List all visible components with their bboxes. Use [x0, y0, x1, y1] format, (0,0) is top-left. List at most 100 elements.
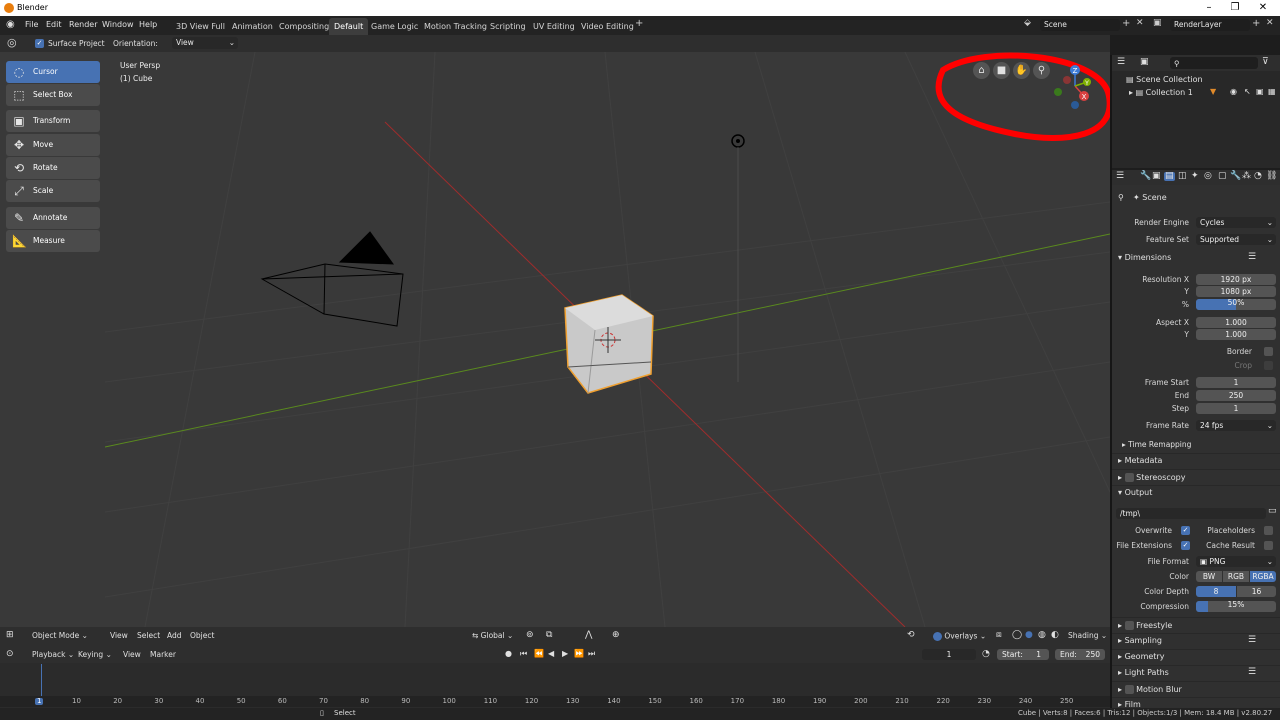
- object-data-icon[interactable]: ▼: [1210, 88, 1216, 96]
- menu-playback[interactable]: Playback ⌄: [32, 651, 74, 659]
- tab-animation[interactable]: Animation: [227, 18, 278, 35]
- timeline[interactable]: ⊙ Playback ⌄ Keying ⌄ View Marker ● ⏮ ⏪ …: [0, 646, 1110, 708]
- selectable-icon[interactable]: ↖: [1244, 88, 1251, 96]
- tab-3d-view-full[interactable]: 3D View Full: [171, 18, 230, 35]
- scene-tab-icon[interactable]: ✦: [1191, 172, 1199, 181]
- output-path-input[interactable]: /tmp\: [1116, 508, 1266, 519]
- overwrite-checkbox[interactable]: ✓: [1181, 526, 1190, 535]
- tool-scale[interactable]: ⤢ Scale: [6, 180, 100, 202]
- tool-select-box[interactable]: ⬚ Select Box: [6, 84, 100, 106]
- filter-icon[interactable]: ⊽: [1262, 58, 1269, 67]
- close-button[interactable]: ✕: [1250, 1, 1276, 15]
- frame-step-field[interactable]: 1: [1196, 403, 1276, 414]
- new-scene-button[interactable]: +: [1122, 19, 1130, 29]
- tab-scripting[interactable]: Scripting: [485, 18, 531, 35]
- tool-cursor[interactable]: ◌ Cursor: [6, 61, 100, 83]
- render-tab-icon[interactable]: ▣: [1152, 172, 1161, 181]
- menu-add[interactable]: Add: [167, 632, 182, 640]
- physics-tab-icon[interactable]: ◔: [1254, 172, 1262, 181]
- tab-video-editing[interactable]: Video Editing: [576, 18, 639, 35]
- menu-select[interactable]: Select: [137, 632, 160, 640]
- collection-row[interactable]: ▸ ▤ Collection 1: [1129, 89, 1193, 97]
- camera-object[interactable]: [260, 231, 404, 327]
- sampling-panel-header[interactable]: ▸ Sampling: [1118, 637, 1162, 645]
- jump-end-button[interactable]: ⏭: [588, 650, 595, 658]
- film-panel-header[interactable]: ▸ Film: [1118, 701, 1141, 709]
- stopwatch-icon[interactable]: ◔: [982, 650, 990, 659]
- geometry-panel-header[interactable]: ▸ Geometry: [1118, 653, 1164, 661]
- jump-start-button[interactable]: ⏮: [520, 650, 527, 658]
- 3d-viewport[interactable]: User Persp (1) Cube ⌂ ■ ✋ ⚲ Z X Y: [105, 52, 1110, 627]
- freestyle-panel-header[interactable]: ▸ Freestyle: [1118, 621, 1172, 630]
- rendered-shading-icon[interactable]: ◐: [1051, 631, 1059, 640]
- particles-tab-icon[interactable]: ⁂: [1242, 172, 1251, 181]
- material-shading-icon[interactable]: ◍: [1038, 631, 1046, 640]
- tool-move[interactable]: ✥ Move: [6, 134, 100, 156]
- resolution-x-field[interactable]: 1920 px: [1196, 274, 1276, 285]
- color-depth-8-button[interactable]: 8: [1196, 586, 1236, 597]
- color-bw-button[interactable]: BW: [1196, 571, 1222, 582]
- pin-icon[interactable]: ⚲: [1118, 194, 1124, 202]
- play-button[interactable]: ▶: [562, 650, 568, 658]
- new-render-layer-button[interactable]: +: [1252, 19, 1260, 29]
- aspect-y-field[interactable]: 1.000: [1196, 329, 1276, 340]
- color-depth-16-button[interactable]: 16: [1237, 586, 1276, 597]
- properties-editor-icon[interactable]: ☰: [1116, 172, 1124, 181]
- stereoscopy-checkbox[interactable]: [1124, 473, 1134, 482]
- light-object[interactable]: [731, 134, 745, 382]
- output-tab-icon[interactable]: ▤: [1164, 172, 1175, 181]
- menu-edit[interactable]: Edit: [46, 21, 62, 29]
- object-mode-dropdown[interactable]: Object Mode ⌄: [32, 632, 88, 640]
- render-layer-field[interactable]: RenderLayer: [1170, 19, 1250, 31]
- solid-shading-icon[interactable]: ●: [1025, 631, 1033, 640]
- freestyle-checkbox[interactable]: [1124, 621, 1134, 630]
- frame-rate-dropdown[interactable]: 24 fps ⌄: [1196, 420, 1276, 431]
- file-format-dropdown[interactable]: ▣ PNG ⌄: [1196, 556, 1276, 567]
- render-engine-dropdown[interactable]: Cycles ⌄: [1196, 217, 1276, 228]
- record-button[interactable]: ●: [505, 650, 512, 658]
- motion-blur-checkbox[interactable]: [1124, 685, 1134, 694]
- file-extensions-checkbox[interactable]: ✓: [1181, 541, 1190, 550]
- zoom-icon[interactable]: ⚲: [1033, 62, 1050, 79]
- placeholders-checkbox[interactable]: [1264, 526, 1273, 535]
- timeline-editor-icon[interactable]: ⊙: [6, 650, 14, 659]
- tool-annotate[interactable]: ✎ Annotate: [6, 207, 100, 229]
- menu-window[interactable]: Window: [102, 21, 134, 29]
- outliner-search-input[interactable]: ⚲: [1170, 57, 1258, 69]
- menu-keying[interactable]: Keying ⌄: [78, 651, 112, 659]
- feature-set-dropdown[interactable]: Supported ⌄: [1196, 234, 1276, 245]
- render-camera-icon[interactable]: ▣: [1256, 88, 1264, 96]
- border-checkbox[interactable]: [1264, 347, 1273, 356]
- play-reverse-button[interactable]: ◀: [548, 650, 554, 658]
- tab-uv-editing[interactable]: UV Editing: [528, 18, 580, 35]
- metadata-panel-header[interactable]: ▸ Metadata: [1118, 457, 1162, 465]
- frame-start-field[interactable]: 1: [1196, 377, 1276, 388]
- delete-render-layer-button[interactable]: ✕: [1266, 19, 1274, 28]
- cache-result-checkbox[interactable]: [1264, 541, 1273, 550]
- prev-keyframe-button[interactable]: ⏪: [534, 650, 544, 658]
- dimensions-panel-header[interactable]: ▾ Dimensions: [1118, 254, 1171, 262]
- menu-object[interactable]: Object: [190, 632, 214, 640]
- transform-orientation-dropdown[interactable]: ⇆ Global ⌄: [472, 632, 513, 640]
- minimize-button[interactable]: –: [1196, 1, 1222, 15]
- overlays-dropdown[interactable]: Overlays ⌄: [933, 632, 986, 641]
- blender-menu-icon[interactable]: ◉: [6, 20, 15, 30]
- modifiers-tab-icon[interactable]: 🔧: [1230, 172, 1241, 181]
- tab-default[interactable]: Default: [329, 18, 369, 35]
- snap-icon[interactable]: ⧉: [546, 631, 552, 640]
- folder-icon[interactable]: ▭: [1268, 507, 1277, 516]
- motion-blur-panel-header[interactable]: ▸ Motion Blur: [1118, 685, 1182, 694]
- stereoscopy-panel-header[interactable]: ▸ Stereoscopy: [1118, 473, 1185, 482]
- start-frame-field[interactable]: Start: 1: [997, 649, 1049, 660]
- compression-slider[interactable]: 15%: [1196, 601, 1276, 612]
- holdout-icon[interactable]: ▦: [1268, 88, 1276, 96]
- crop-checkbox[interactable]: [1264, 361, 1273, 370]
- shading-dropdown[interactable]: Shading ⌄: [1068, 632, 1107, 640]
- resolution-percent-slider[interactable]: 50%: [1196, 299, 1276, 310]
- light-paths-panel-header[interactable]: ▸ Light Paths: [1118, 669, 1169, 677]
- end-frame-field[interactable]: End: 250: [1055, 649, 1105, 660]
- view-layer-tab-icon[interactable]: ◫: [1178, 172, 1187, 181]
- orientation-dropdown[interactable]: View ⌄: [172, 37, 238, 49]
- proportional-edit-icon[interactable]: ⋀: [585, 631, 592, 640]
- constraints-tab-icon[interactable]: ⛓: [1266, 172, 1277, 181]
